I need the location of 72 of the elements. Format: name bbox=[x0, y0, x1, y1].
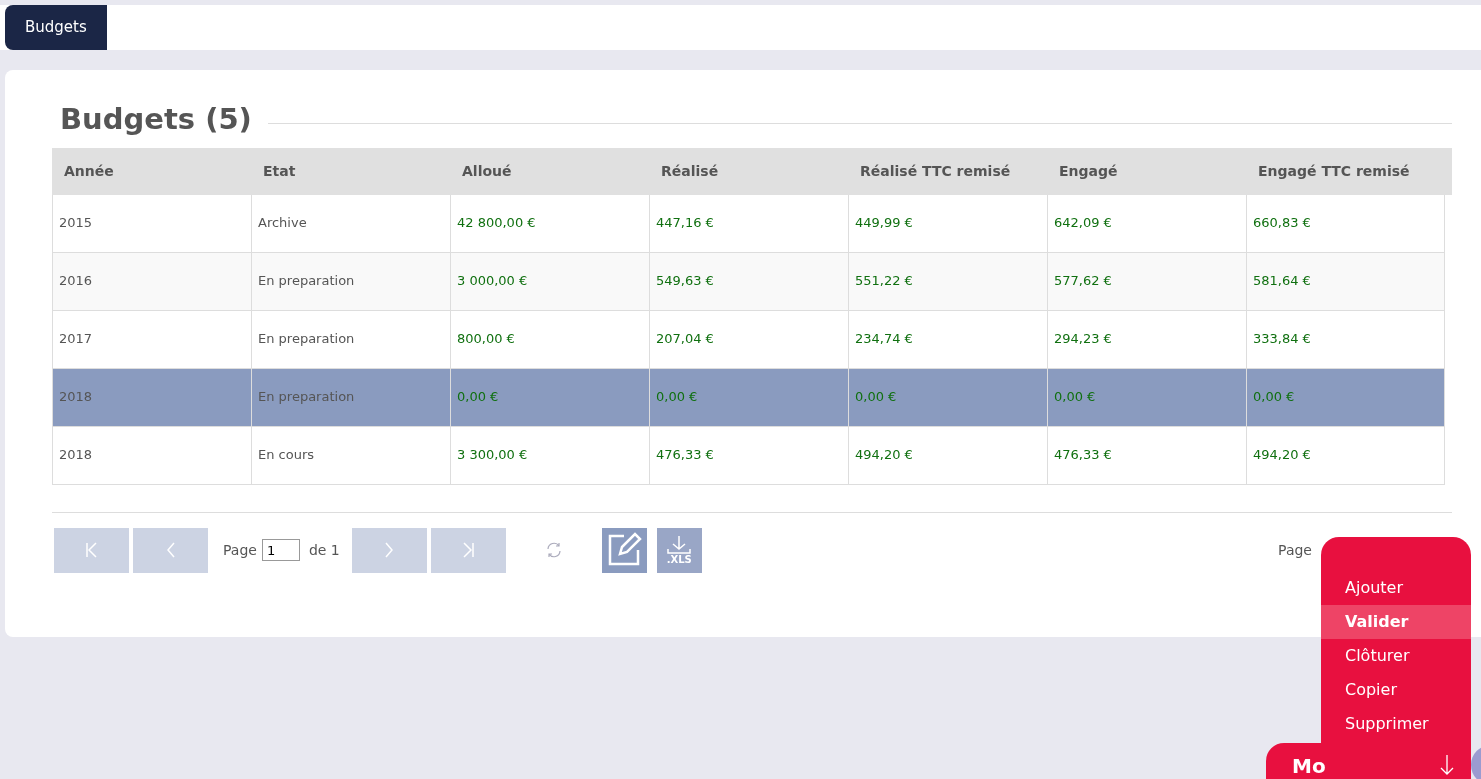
table-cell: 2016 bbox=[52, 252, 251, 310]
table-cell: 0,00 € bbox=[848, 368, 1047, 426]
previous-page-button[interactable] bbox=[133, 527, 208, 573]
edit-button[interactable] bbox=[601, 527, 647, 573]
table-row[interactable]: 2015 Archive 42 800,00 € 447,16 € 449,99 € 642,09 € 660,83 € bbox=[52, 194, 1445, 253]
table-cell: En preparation bbox=[251, 310, 450, 368]
table-cell: 0,00 € bbox=[1246, 368, 1445, 426]
table-cell: En cours bbox=[251, 426, 450, 484]
table-cell: 3 000,00 € bbox=[450, 252, 649, 310]
column-header: Engagé bbox=[1059, 161, 1118, 181]
table-cell: 0,00 € bbox=[1047, 368, 1246, 426]
table-row[interactable]: 2018 En cours 3 300,00 € 476,33 € 494,20 € 476,33 € 494,20 € bbox=[52, 426, 1445, 485]
table-cell: 207,04 € bbox=[649, 310, 848, 368]
refresh-icon[interactable] bbox=[545, 542, 562, 558]
table-cell: 2017 bbox=[52, 310, 251, 368]
table-cell: 660,83 € bbox=[1246, 194, 1445, 252]
table-cell: 447,16 € bbox=[649, 194, 848, 252]
table-cell: 234,74 € bbox=[848, 310, 1047, 368]
menu-item[interactable]: Clôturer bbox=[1321, 639, 1471, 673]
table-row[interactable]: 2017 En preparation 800,00 € 207,04 € 234,74 € 294,23 € 333,84 € bbox=[52, 310, 1445, 369]
page-title: Budgets (5) bbox=[60, 101, 252, 138]
tab[interactable]: Budgets bbox=[5, 5, 107, 50]
menu-item[interactable]: Valider bbox=[1321, 605, 1471, 639]
page-count: de 1 bbox=[308, 540, 340, 560]
table-cell: 2015 bbox=[52, 194, 251, 252]
last-page-icon bbox=[462, 542, 475, 558]
column-header: Réalisé bbox=[661, 161, 719, 181]
chevron-left-icon bbox=[166, 542, 175, 558]
column-header: Année bbox=[64, 161, 114, 181]
page-label: Page bbox=[223, 540, 257, 560]
table-cell: 3 300,00 € bbox=[450, 426, 649, 484]
next-page-button[interactable] bbox=[351, 527, 427, 573]
column-header: Engagé TTC remisé bbox=[1258, 161, 1410, 181]
table-cell: 494,20 € bbox=[1246, 426, 1445, 484]
menu-item[interactable]: Supprimer bbox=[1321, 707, 1471, 741]
menu-item[interactable]: Copier bbox=[1321, 673, 1471, 707]
column-header: Etat bbox=[263, 161, 296, 181]
chevron-right-icon bbox=[385, 542, 394, 558]
page-label: Page bbox=[1278, 540, 1312, 560]
table-cell: En preparation bbox=[251, 252, 450, 310]
table-cell: En preparation bbox=[251, 368, 450, 426]
table-cell: 0,00 € bbox=[649, 368, 848, 426]
table-cell: 294,23 € bbox=[1047, 310, 1246, 368]
table-cell: 551,22 € bbox=[848, 252, 1047, 310]
table-row[interactable]: 2016 En preparation 3 000,00 € 549,63 € 551,22 € 577,62 € 581,64 € bbox=[52, 252, 1445, 311]
table-cell: 449,99 € bbox=[848, 194, 1047, 252]
export-xls-button[interactable]: .XLS bbox=[656, 527, 702, 573]
table-cell: 549,63 € bbox=[649, 252, 848, 310]
last-page-button[interactable] bbox=[430, 527, 506, 573]
table-cell: 476,33 € bbox=[1047, 426, 1246, 484]
table-cell: 0,00 € bbox=[450, 368, 649, 426]
arrow-down-icon bbox=[1440, 755, 1454, 775]
table-cell: 494,20 € bbox=[848, 426, 1047, 484]
first-page-icon bbox=[85, 542, 98, 558]
table-cell: 642,09 € bbox=[1047, 194, 1246, 252]
table-cell: 800,00 € bbox=[450, 310, 649, 368]
page-input[interactable]: 1 bbox=[261, 539, 300, 561]
first-page-button[interactable] bbox=[54, 527, 129, 573]
table-cell: 42 800,00 € bbox=[450, 194, 649, 252]
table-cell: 476,33 € bbox=[649, 426, 848, 484]
column-header: Alloué bbox=[462, 161, 512, 181]
menu-item[interactable]: Ajouter bbox=[1321, 571, 1471, 605]
table-cell: 577,62 € bbox=[1047, 252, 1246, 310]
table-cell: Archive bbox=[251, 194, 450, 252]
edit-icon bbox=[606, 532, 643, 568]
table-cell: 2018 bbox=[52, 368, 251, 426]
column-header: Réalisé TTC remisé bbox=[860, 161, 1011, 181]
download-icon bbox=[666, 535, 693, 555]
table-cell: 581,64 € bbox=[1246, 252, 1445, 310]
table-cell: 2018 bbox=[52, 426, 251, 484]
table-cell: 333,84 € bbox=[1246, 310, 1445, 368]
table-row[interactable]: 2018 En preparation 0,00 € 0,00 € 0,00 € 0,00 € 0,00 € bbox=[52, 368, 1445, 427]
